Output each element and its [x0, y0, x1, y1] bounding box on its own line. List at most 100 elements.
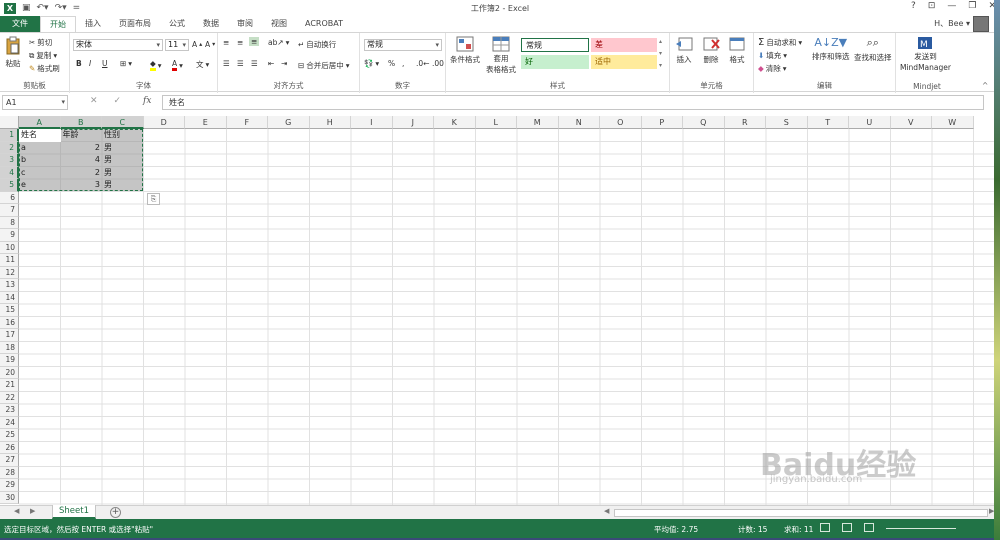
font-name-select[interactable]: 宋体 — [73, 39, 163, 51]
row-header-25[interactable]: 25 — [0, 429, 19, 442]
column-header-f[interactable]: F — [226, 116, 268, 129]
column-header-g[interactable]: G — [268, 116, 310, 129]
row-header-8[interactable]: 8 — [0, 216, 19, 229]
row-header-6[interactable]: 6 — [0, 191, 19, 204]
format-painter-button[interactable]: ✎ 格式刷 — [29, 63, 60, 74]
column-header-u[interactable]: U — [849, 116, 891, 129]
autosum-button[interactable]: Σ 自动求和 ▾ — [758, 37, 802, 48]
tab-file[interactable]: 文件 — [0, 16, 40, 32]
column-header-v[interactable]: V — [890, 116, 932, 129]
number-format-select[interactable]: 常规 — [364, 39, 442, 51]
row-header-30[interactable]: 30 — [0, 491, 19, 504]
column-header-b[interactable]: B — [60, 116, 102, 129]
percent-button[interactable]: % — [388, 59, 395, 68]
undo-icon[interactable]: ↶▾ — [37, 3, 49, 13]
tab-data[interactable]: 数据 — [194, 16, 228, 32]
wrap-text-button[interactable]: ↵ 自动换行 — [298, 39, 336, 50]
column-header-j[interactable]: J — [392, 116, 434, 129]
conditional-format-button[interactable]: 条件格式 — [450, 36, 480, 65]
align-right-button[interactable]: ☰ — [251, 59, 258, 68]
decrease-indent-button[interactable]: ⇤ — [268, 59, 274, 68]
column-header-p[interactable]: P — [641, 116, 683, 129]
avatar[interactable] — [973, 16, 989, 32]
cell-b4[interactable]: 2 — [61, 167, 103, 180]
page-layout-view-icon[interactable] — [842, 523, 852, 532]
row-header-23[interactable]: 23 — [0, 404, 19, 417]
row-header-16[interactable]: 16 — [0, 316, 19, 329]
cell-a3[interactable]: b — [19, 154, 61, 167]
merge-center-button[interactable]: ⊟ 合并后居中 ▾ — [298, 60, 350, 71]
prev-sheet-icon[interactable]: ◀ — [14, 507, 19, 515]
clear-button[interactable]: ◆ 清除 ▾ — [758, 63, 787, 74]
tab-home[interactable]: 开始 — [40, 16, 76, 32]
style-bad[interactable]: 差 — [591, 38, 657, 52]
cell-c4[interactable]: 男 — [102, 167, 144, 180]
find-select-button[interactable]: ⌕⌕ 查找和选择 — [854, 36, 892, 63]
align-middle-button[interactable]: ≡ — [237, 38, 243, 47]
tab-view[interactable]: 视图 — [262, 16, 296, 32]
row-header-18[interactable]: 18 — [0, 341, 19, 354]
tab-formulas[interactable]: 公式 — [160, 16, 194, 32]
insert-function-button[interactable]: fx — [143, 96, 151, 106]
row-header-1[interactable]: 1 — [0, 129, 19, 142]
fill-color-button[interactable]: ◆ ▾ — [150, 59, 162, 71]
column-header-a[interactable]: A — [19, 116, 61, 129]
add-sheet-button[interactable]: + — [110, 507, 121, 518]
column-header-t[interactable]: T — [807, 116, 849, 129]
row-header-20[interactable]: 20 — [0, 366, 19, 379]
cell-c3[interactable]: 男 — [102, 154, 144, 167]
style-neutral[interactable]: 适中 — [591, 55, 657, 69]
increase-indent-button[interactable]: ⇥ — [281, 59, 287, 68]
row-header-22[interactable]: 22 — [0, 391, 19, 404]
collapse-ribbon-button[interactable]: ^ — [982, 81, 988, 90]
ribbon-display-button[interactable]: ⊡ — [928, 1, 936, 11]
border-button[interactable]: ⊞ ▾ — [120, 59, 132, 68]
row-header-19[interactable]: 19 — [0, 354, 19, 367]
row-header-21[interactable]: 21 — [0, 379, 19, 392]
scroll-left-icon[interactable]: ◀ — [604, 507, 609, 515]
column-header-i[interactable]: I — [351, 116, 393, 129]
row-header-2[interactable]: 2 — [0, 141, 19, 154]
cell-c5[interactable]: 男 — [102, 179, 144, 192]
row-header-7[interactable]: 7 — [0, 204, 19, 217]
tab-acrobat[interactable]: ACROBAT — [296, 16, 352, 32]
formula-input[interactable]: 姓名 — [162, 95, 984, 110]
restore-button[interactable]: ❐ — [968, 1, 976, 11]
accounting-format-button[interactable]: 💱 ▾ — [364, 59, 379, 68]
fill-button[interactable]: ⬇ 填充 ▾ — [758, 50, 787, 61]
cell-a5[interactable]: e — [19, 179, 61, 192]
column-header-r[interactable]: R — [724, 116, 766, 129]
column-header-h[interactable]: H — [309, 116, 351, 129]
column-header-n[interactable]: N — [558, 116, 600, 129]
row-header-9[interactable]: 9 — [0, 229, 19, 242]
row-header-29[interactable]: 29 — [0, 479, 19, 492]
column-header-q[interactable]: Q — [683, 116, 725, 129]
column-header-m[interactable]: M — [517, 116, 559, 129]
cell-a2[interactable]: a — [19, 142, 61, 155]
tab-review[interactable]: 审阅 — [228, 16, 262, 32]
help-button[interactable]: ? — [911, 1, 916, 11]
align-bottom-button[interactable]: ≡ — [249, 37, 260, 46]
row-header-17[interactable]: 17 — [0, 329, 19, 342]
row-header-28[interactable]: 28 — [0, 466, 19, 479]
comma-style-button[interactable]: , — [402, 59, 404, 68]
row-header-15[interactable]: 15 — [0, 304, 19, 317]
cut-button[interactable]: ✂ 剪切 — [29, 37, 52, 48]
save-icon[interactable]: ▣ — [22, 3, 31, 13]
page-break-view-icon[interactable] — [864, 523, 874, 532]
row-header-27[interactable]: 27 — [0, 454, 19, 467]
row-header-10[interactable]: 10 — [0, 241, 19, 254]
paste-options-icon[interactable]: ⎘ — [147, 193, 160, 205]
sort-filter-button[interactable]: A↓Z▼ 排序和筛选 — [812, 36, 850, 62]
enter-formula-icon[interactable]: ✓ — [114, 96, 122, 106]
align-center-button[interactable]: ☰ — [237, 59, 244, 68]
insert-cells-button[interactable]: 插入 — [675, 36, 693, 65]
copy-button[interactable]: ⧉ 复制 ▾ — [29, 50, 57, 61]
align-left-button[interactable]: ☰ — [223, 59, 230, 68]
row-header-24[interactable]: 24 — [0, 416, 19, 429]
shrink-font-button[interactable]: A ▾ — [205, 40, 215, 49]
cell-b1[interactable]: 年龄 — [61, 129, 103, 142]
delete-cells-button[interactable]: 删除 — [702, 36, 720, 65]
row-header-14[interactable]: 14 — [0, 291, 19, 304]
cell-c1[interactable]: 性别 — [102, 129, 144, 142]
